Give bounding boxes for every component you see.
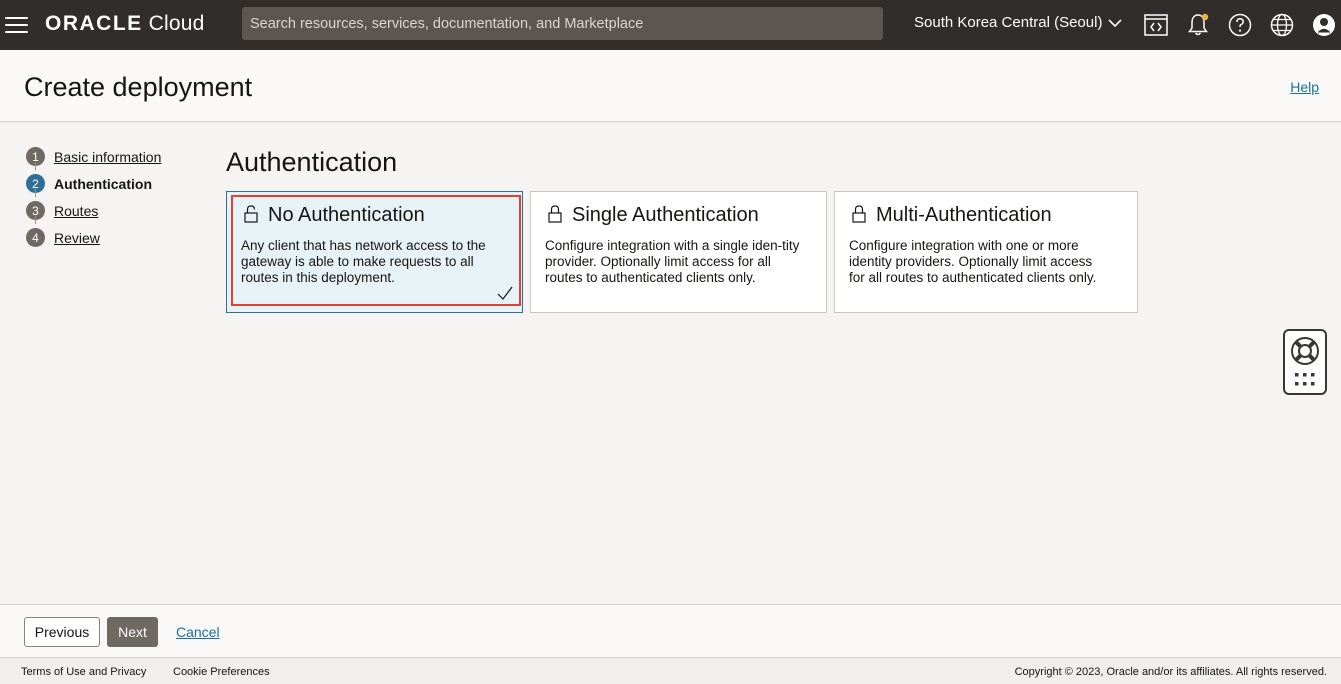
user-profile-icon[interactable] [1311,12,1337,38]
lifebuoy-icon[interactable] [1290,336,1320,366]
next-button[interactable]: Next [107,617,158,647]
previous-button[interactable]: Previous [24,617,100,647]
step-authentication[interactable]: 2 Authentication [26,170,161,197]
wizard-steps: 1 Basic information 2 Authentication 3 R… [26,143,161,251]
global-search-input[interactable] [242,7,883,40]
step-connector [35,162,36,170]
checkmark-icon [497,286,513,300]
lock-icon [244,205,258,223]
brand-oracle: ORACLE [45,12,143,35]
region-label: South Korea Central (Seoul) [914,14,1103,31]
copyright-text: Copyright © 2023, Oracle and/or its affi… [1014,666,1327,678]
apps-grid-icon[interactable] [1295,373,1315,387]
wizard-action-bar: Previous Next Cancel [0,604,1341,657]
page-title: Create deployment [24,72,253,102]
step-basic-information[interactable]: 1 Basic information [26,143,161,170]
step-routes[interactable]: 3 Routes [26,197,161,224]
step-connector [35,189,36,197]
single-authentication-card[interactable]: Single Authentication Configure integrat… [530,191,827,313]
notification-bell-icon[interactable] [1185,12,1211,38]
chevron-down-icon [1108,18,1123,27]
lock-icon [852,205,866,223]
multi-authentication-card[interactable]: Multi-Authentication Configure integrati… [834,191,1138,313]
no-authentication-card[interactable]: No Authentication Any client that has ne… [226,191,523,313]
step-label[interactable]: Review [54,230,100,246]
help-circle-icon[interactable] [1227,12,1253,38]
hamburger-menu-icon[interactable] [4,12,30,38]
cookie-preferences-link[interactable]: Cookie Preferences [173,666,270,678]
top-navigation-bar: ORACLECloud South Korea Central (Seoul) [0,0,1341,50]
step-review[interactable]: 4 Review [26,224,161,251]
step-label[interactable]: Routes [54,203,98,219]
lock-icon [548,205,562,223]
terms-link[interactable]: Terms of Use and Privacy [21,666,146,678]
brand-cloud: Cloud [148,12,205,35]
card-title: No Authentication [268,204,425,226]
page-header: Create deployment Help [0,50,1341,122]
card-description: Any client that has network access to th… [241,238,486,285]
page-footer: Terms of Use and Privacy Cookie Preferen… [0,657,1341,684]
card-title: Single Authentication [572,204,759,226]
section-title: Authentication [226,147,398,177]
card-title: Multi-Authentication [876,204,1052,226]
help-widget[interactable] [1283,329,1327,395]
region-selector[interactable]: South Korea Central (Seoul) [914,14,1123,31]
cancel-link[interactable]: Cancel [176,624,220,640]
card-description: Configure integration with one or more i… [849,238,1097,285]
step-label[interactable]: Basic information [54,149,161,165]
help-link[interactable]: Help [1290,79,1319,95]
step-connector [35,216,36,224]
oracle-cloud-logo[interactable]: ORACLE Cloud [45,12,205,36]
step-label: Authentication [54,175,152,192]
step-number: 4 [26,228,45,247]
code-editor-icon[interactable] [1143,12,1169,38]
globe-language-icon[interactable] [1269,12,1295,38]
card-description: Configure integration with a single iden… [545,238,800,285]
